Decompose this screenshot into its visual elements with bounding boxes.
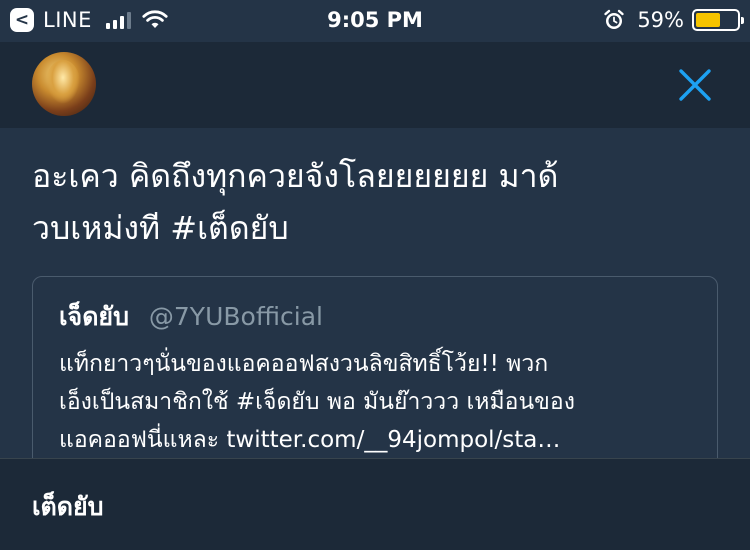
quoted-tweet-card[interactable]: เจ็ดยับ @7YUBofficial แท็กยาวๆนั่นของแอค… bbox=[32, 276, 718, 476]
quoted-text-line-3[interactable]: แอคออฟนี่แหละ twitter.com/__94jompol/sta… bbox=[59, 421, 699, 459]
quoted-tweet-header: เจ็ดยับ @7YUBofficial bbox=[59, 297, 323, 337]
status-bar: < LINE 9:05 PM 59% bbox=[0, 0, 750, 42]
quoted-tweet-text: แท็กยาวๆนั่นของแอคออฟสงวนลิขสิทธิ์โว้ย!!… bbox=[59, 345, 699, 459]
status-bar-right: 59% bbox=[603, 8, 744, 32]
alarm-icon bbox=[604, 9, 625, 29]
quoted-text-line-1: แท็กยาวๆนั่นของแอคออฟสงวนลิขสิทธิ์โว้ย!!… bbox=[59, 351, 549, 377]
quoted-text-line-2: เอ็งเป็นสมาชิกใช้ #เจ็ดยับ พอ มันย๊าววว … bbox=[59, 389, 575, 415]
tweet-text-line-1: อะเคว คิดถึงทุกควยจังโลยยยยยย มาด้ bbox=[32, 157, 559, 195]
battery-fill bbox=[696, 13, 720, 27]
quoted-author-name: เจ็ดยับ bbox=[59, 302, 129, 331]
tweet-text-line-2: วบเหม่งที #เต็ดยับ bbox=[32, 209, 289, 247]
avatar[interactable] bbox=[32, 52, 96, 116]
quoted-author-handle: @7YUBofficial bbox=[148, 302, 323, 331]
tweet-content: อะเคว คิดถึงทุกควยจังโลยยยยยย มาด้ วบเหม… bbox=[0, 128, 750, 476]
tweet-header bbox=[0, 42, 750, 128]
tweet-text: อะเคว คิดถึงทุกควยจังโลยยยยยย มาด้ วบเหม… bbox=[32, 150, 722, 254]
close-icon[interactable] bbox=[678, 68, 712, 102]
battery-icon bbox=[692, 9, 744, 31]
battery-percent: 59% bbox=[637, 8, 684, 32]
bottom-label[interactable]: เต็ดยับ bbox=[32, 487, 104, 527]
bottom-bar: เต็ดยับ bbox=[0, 458, 750, 550]
